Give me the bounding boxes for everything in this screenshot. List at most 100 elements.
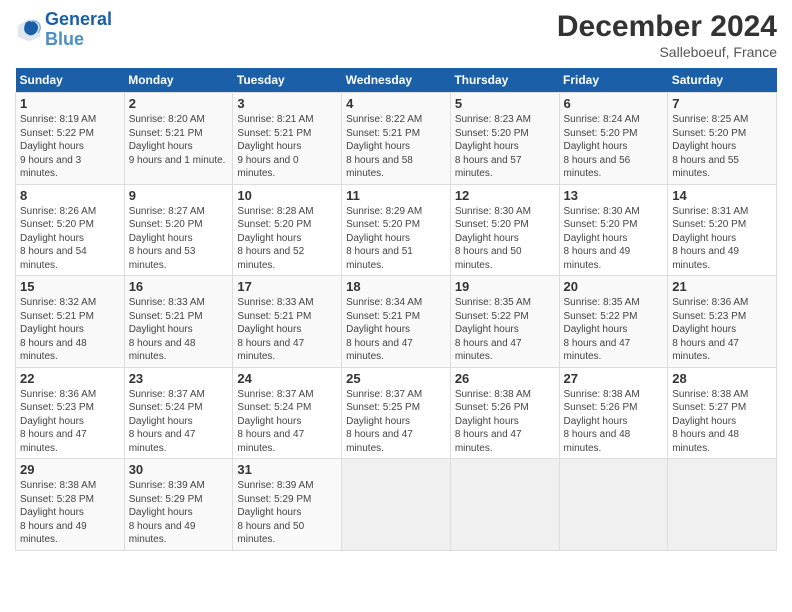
calendar-cell: 19 Sunrise: 8:35 AMSunset: 5:22 PMDaylig… bbox=[450, 276, 559, 368]
day-number: 6 bbox=[564, 96, 664, 111]
calendar-cell: 22 Sunrise: 8:36 AMSunset: 5:23 PMDaylig… bbox=[16, 367, 125, 459]
day-number: 31 bbox=[237, 462, 337, 477]
day-number: 29 bbox=[20, 462, 120, 477]
day-number: 16 bbox=[129, 279, 229, 294]
calendar-cell: 29 Sunrise: 8:38 AMSunset: 5:28 PMDaylig… bbox=[16, 459, 125, 551]
day-number: 20 bbox=[564, 279, 664, 294]
logo-text: GeneralBlue bbox=[45, 10, 112, 50]
day-number: 25 bbox=[346, 371, 446, 386]
day-number: 30 bbox=[129, 462, 229, 477]
day-number: 3 bbox=[237, 96, 337, 111]
day-number: 21 bbox=[672, 279, 772, 294]
calendar-cell: 4 Sunrise: 8:22 AMSunset: 5:21 PMDayligh… bbox=[342, 93, 451, 185]
day-info: Sunrise: 8:32 AMSunset: 5:21 PMDaylight … bbox=[20, 296, 120, 364]
day-number: 23 bbox=[129, 371, 229, 386]
calendar-header-row: SundayMondayTuesdayWednesdayThursdayFrid… bbox=[16, 68, 777, 93]
col-header-sunday: Sunday bbox=[16, 68, 125, 93]
calendar-cell: 5 Sunrise: 8:23 AMSunset: 5:20 PMDayligh… bbox=[450, 93, 559, 185]
day-info: Sunrise: 8:31 AMSunset: 5:20 PMDaylight … bbox=[672, 205, 772, 273]
calendar-cell bbox=[668, 459, 777, 551]
calendar-cell: 18 Sunrise: 8:34 AMSunset: 5:21 PMDaylig… bbox=[342, 276, 451, 368]
col-header-saturday: Saturday bbox=[668, 68, 777, 93]
day-number: 12 bbox=[455, 188, 555, 203]
day-info: Sunrise: 8:19 AMSunset: 5:22 PMDaylight … bbox=[20, 113, 120, 181]
calendar-cell: 6 Sunrise: 8:24 AMSunset: 5:20 PMDayligh… bbox=[559, 93, 668, 185]
day-number: 4 bbox=[346, 96, 446, 111]
title-block: December 2024 Salleboeuf, France bbox=[557, 10, 777, 60]
calendar-cell: 16 Sunrise: 8:33 AMSunset: 5:21 PMDaylig… bbox=[124, 276, 233, 368]
col-header-monday: Monday bbox=[124, 68, 233, 93]
location-subtitle: Salleboeuf, France bbox=[557, 44, 777, 60]
calendar-cell: 10 Sunrise: 8:28 AMSunset: 5:20 PMDaylig… bbox=[233, 184, 342, 276]
col-header-friday: Friday bbox=[559, 68, 668, 93]
day-number: 17 bbox=[237, 279, 337, 294]
day-info: Sunrise: 8:38 AMSunset: 5:26 PMDaylight … bbox=[455, 388, 555, 456]
calendar-table: SundayMondayTuesdayWednesdayThursdayFrid… bbox=[15, 68, 777, 551]
calendar-cell bbox=[450, 459, 559, 551]
day-info: Sunrise: 8:36 AMSunset: 5:23 PMDaylight … bbox=[672, 296, 772, 364]
day-number: 10 bbox=[237, 188, 337, 203]
day-info: Sunrise: 8:36 AMSunset: 5:23 PMDaylight … bbox=[20, 388, 120, 456]
calendar-cell bbox=[342, 459, 451, 551]
day-info: Sunrise: 8:25 AMSunset: 5:20 PMDaylight … bbox=[672, 113, 772, 181]
day-info: Sunrise: 8:37 AMSunset: 5:24 PMDaylight … bbox=[237, 388, 337, 456]
calendar-cell: 17 Sunrise: 8:33 AMSunset: 5:21 PMDaylig… bbox=[233, 276, 342, 368]
day-info: Sunrise: 8:38 AMSunset: 5:28 PMDaylight … bbox=[20, 479, 120, 547]
calendar-cell: 21 Sunrise: 8:36 AMSunset: 5:23 PMDaylig… bbox=[668, 276, 777, 368]
day-number: 2 bbox=[129, 96, 229, 111]
calendar-cell: 31 Sunrise: 8:39 AMSunset: 5:29 PMDaylig… bbox=[233, 459, 342, 551]
calendar-cell: 23 Sunrise: 8:37 AMSunset: 5:24 PMDaylig… bbox=[124, 367, 233, 459]
day-info: Sunrise: 8:30 AMSunset: 5:20 PMDaylight … bbox=[564, 205, 664, 273]
calendar-cell: 9 Sunrise: 8:27 AMSunset: 5:20 PMDayligh… bbox=[124, 184, 233, 276]
day-number: 15 bbox=[20, 279, 120, 294]
col-header-tuesday: Tuesday bbox=[233, 68, 342, 93]
day-info: Sunrise: 8:39 AMSunset: 5:29 PMDaylight … bbox=[129, 479, 229, 547]
day-number: 8 bbox=[20, 188, 120, 203]
day-number: 18 bbox=[346, 279, 446, 294]
calendar-cell: 3 Sunrise: 8:21 AMSunset: 5:21 PMDayligh… bbox=[233, 93, 342, 185]
calendar-cell: 11 Sunrise: 8:29 AMSunset: 5:20 PMDaylig… bbox=[342, 184, 451, 276]
calendar-cell: 13 Sunrise: 8:30 AMSunset: 5:20 PMDaylig… bbox=[559, 184, 668, 276]
day-number: 5 bbox=[455, 96, 555, 111]
page-header: GeneralBlue December 2024 Salleboeuf, Fr… bbox=[15, 10, 777, 60]
day-info: Sunrise: 8:34 AMSunset: 5:21 PMDaylight … bbox=[346, 296, 446, 364]
calendar-cell: 30 Sunrise: 8:39 AMSunset: 5:29 PMDaylig… bbox=[124, 459, 233, 551]
day-info: Sunrise: 8:37 AMSunset: 5:25 PMDaylight … bbox=[346, 388, 446, 456]
calendar-cell: 20 Sunrise: 8:35 AMSunset: 5:22 PMDaylig… bbox=[559, 276, 668, 368]
day-info: Sunrise: 8:38 AMSunset: 5:26 PMDaylight … bbox=[564, 388, 664, 456]
day-number: 26 bbox=[455, 371, 555, 386]
calendar-cell: 1 Sunrise: 8:19 AMSunset: 5:22 PMDayligh… bbox=[16, 93, 125, 185]
day-info: Sunrise: 8:38 AMSunset: 5:27 PMDaylight … bbox=[672, 388, 772, 456]
day-number: 22 bbox=[20, 371, 120, 386]
calendar-cell: 25 Sunrise: 8:37 AMSunset: 5:25 PMDaylig… bbox=[342, 367, 451, 459]
calendar-cell: 12 Sunrise: 8:30 AMSunset: 5:20 PMDaylig… bbox=[450, 184, 559, 276]
logo: GeneralBlue bbox=[15, 10, 112, 50]
day-number: 19 bbox=[455, 279, 555, 294]
day-number: 13 bbox=[564, 188, 664, 203]
day-info: Sunrise: 8:26 AMSunset: 5:20 PMDaylight … bbox=[20, 205, 120, 273]
calendar-week-row: 8 Sunrise: 8:26 AMSunset: 5:20 PMDayligh… bbox=[16, 184, 777, 276]
day-info: Sunrise: 8:23 AMSunset: 5:20 PMDaylight … bbox=[455, 113, 555, 181]
calendar-cell: 26 Sunrise: 8:38 AMSunset: 5:26 PMDaylig… bbox=[450, 367, 559, 459]
day-info: Sunrise: 8:20 AMSunset: 5:21 PMDaylight … bbox=[129, 113, 229, 167]
day-info: Sunrise: 8:21 AMSunset: 5:21 PMDaylight … bbox=[237, 113, 337, 181]
calendar-week-row: 29 Sunrise: 8:38 AMSunset: 5:28 PMDaylig… bbox=[16, 459, 777, 551]
day-info: Sunrise: 8:37 AMSunset: 5:24 PMDaylight … bbox=[129, 388, 229, 456]
col-header-wednesday: Wednesday bbox=[342, 68, 451, 93]
calendar-cell: 2 Sunrise: 8:20 AMSunset: 5:21 PMDayligh… bbox=[124, 93, 233, 185]
day-info: Sunrise: 8:22 AMSunset: 5:21 PMDaylight … bbox=[346, 113, 446, 181]
day-info: Sunrise: 8:35 AMSunset: 5:22 PMDaylight … bbox=[455, 296, 555, 364]
day-number: 14 bbox=[672, 188, 772, 203]
logo-icon bbox=[15, 16, 43, 44]
calendar-cell: 24 Sunrise: 8:37 AMSunset: 5:24 PMDaylig… bbox=[233, 367, 342, 459]
calendar-cell: 15 Sunrise: 8:32 AMSunset: 5:21 PMDaylig… bbox=[16, 276, 125, 368]
calendar-cell bbox=[559, 459, 668, 551]
calendar-cell: 8 Sunrise: 8:26 AMSunset: 5:20 PMDayligh… bbox=[16, 184, 125, 276]
day-info: Sunrise: 8:29 AMSunset: 5:20 PMDaylight … bbox=[346, 205, 446, 273]
day-info: Sunrise: 8:28 AMSunset: 5:20 PMDaylight … bbox=[237, 205, 337, 273]
calendar-cell: 14 Sunrise: 8:31 AMSunset: 5:20 PMDaylig… bbox=[668, 184, 777, 276]
day-number: 27 bbox=[564, 371, 664, 386]
month-title: December 2024 bbox=[557, 10, 777, 44]
day-info: Sunrise: 8:24 AMSunset: 5:20 PMDaylight … bbox=[564, 113, 664, 181]
day-info: Sunrise: 8:39 AMSunset: 5:29 PMDaylight … bbox=[237, 479, 337, 547]
